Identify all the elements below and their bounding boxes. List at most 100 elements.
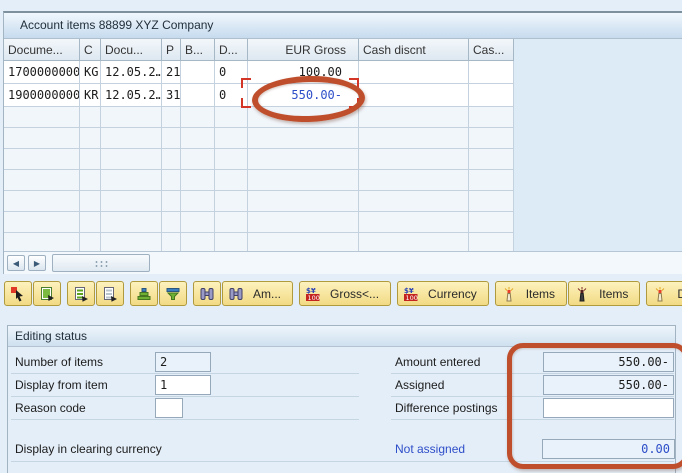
table-cell[interactable] <box>359 84 469 107</box>
table-cell <box>4 170 80 191</box>
table-cell <box>248 149 359 170</box>
select-cursor-icon <box>10 286 26 302</box>
column-header-2[interactable]: Docu... <box>101 39 162 61</box>
field-row: Difference postings <box>391 397 674 420</box>
table-cell <box>359 149 469 170</box>
table-cell <box>215 191 248 212</box>
table-cell <box>248 191 359 212</box>
table-cell <box>181 212 215 233</box>
table-cell <box>215 107 248 128</box>
table-cell[interactable]: 0 <box>215 61 248 84</box>
panel-title: Account items 88899 XYZ Company <box>4 13 682 39</box>
select-all-button[interactable] <box>67 281 95 306</box>
scroll-left-button[interactable]: ◀ <box>7 255 25 271</box>
table-cell[interactable] <box>469 84 514 107</box>
editing-status-left-column: Number of items2Display from item1Reason… <box>11 351 359 420</box>
column-header-8[interactable]: Cas... <box>469 39 514 61</box>
deactivate-items-button[interactable]: Items <box>568 281 640 306</box>
table-cell[interactable]: 550.00- <box>248 84 359 107</box>
activate-items-button[interactable]: Items <box>495 281 567 306</box>
table-cell[interactable]: 12.05.2… <box>101 84 162 107</box>
table-cell <box>469 212 514 233</box>
reason-code-label: Reason code <box>11 401 155 415</box>
not-assigned-field: 0.00 <box>542 439 675 459</box>
table-row: 1900000000KR12.05.2…31 0550.00- <box>4 84 682 107</box>
svg-text:100: 100 <box>406 293 418 301</box>
column-header-3[interactable]: P <box>162 39 181 61</box>
table-cell <box>80 128 101 149</box>
scroll-thumb[interactable] <box>52 254 150 272</box>
table-cell[interactable] <box>359 61 469 84</box>
table-cell[interactable]: KG <box>80 61 101 84</box>
activate-discount-button[interactable]: Disc. <box>646 281 682 306</box>
column-header-0[interactable]: Docume... <box>4 39 80 61</box>
right-arrow-icon: ▶ <box>34 259 40 268</box>
table-cell <box>101 191 162 212</box>
table-cell <box>80 149 101 170</box>
torch-dark-icon <box>574 286 590 302</box>
table-cell[interactable] <box>469 61 514 84</box>
table-cell <box>4 128 80 149</box>
table-cell <box>101 107 162 128</box>
select-block-button[interactable] <box>33 281 61 306</box>
table-cell <box>80 191 101 212</box>
table-cell <box>4 191 80 212</box>
deselect-all-button[interactable] <box>96 281 124 306</box>
table-cell <box>4 107 80 128</box>
table-cell <box>4 212 80 233</box>
table-cell[interactable]: 1900000000 <box>4 84 80 107</box>
table-cell[interactable]: 0 <box>215 84 248 107</box>
button-label: Am... <box>253 287 281 301</box>
table-cell <box>101 212 162 233</box>
table-cell[interactable]: 21 <box>162 61 181 84</box>
field-row: Amount entered550.00- <box>391 351 674 374</box>
sort-ascending-icon <box>136 286 152 302</box>
table-cell <box>162 128 181 149</box>
table-cell[interactable]: 31 <box>162 84 181 107</box>
table-cell[interactable] <box>181 84 215 107</box>
table-cell[interactable]: 12.05.2… <box>101 61 162 84</box>
choose-button[interactable] <box>4 281 32 306</box>
table-row <box>4 128 682 149</box>
column-header-5[interactable]: D... <box>215 39 248 61</box>
table-cell <box>248 170 359 191</box>
number-of-items-field: 2 <box>155 352 211 372</box>
reason-code-field[interactable] <box>155 398 183 418</box>
table-row <box>4 170 682 191</box>
table-cell <box>162 191 181 212</box>
scroll-right-button[interactable]: ▶ <box>28 255 46 271</box>
items-table-header: Docume...CDocu...PB...D...EUR GrossCash … <box>4 39 682 61</box>
table-cell <box>101 170 162 191</box>
amount-entered-label: Amount entered <box>391 355 543 369</box>
column-header-1[interactable]: C <box>80 39 101 61</box>
field-row: Display from item1 <box>11 374 359 397</box>
table-cell <box>215 128 248 149</box>
table-cell[interactable]: KR <box>80 84 101 107</box>
editing-status-right-column: Amount entered550.00-Assigned550.00-Diff… <box>391 351 674 420</box>
assigned-label: Assigned <box>391 378 543 392</box>
table-cell[interactable]: 1700000000 <box>4 61 80 84</box>
gross-button[interactable]: $¥100Gross<... <box>299 281 391 306</box>
table-cell[interactable] <box>181 61 215 84</box>
difference-postings-field[interactable] <box>543 398 674 418</box>
editing-status-panel: Editing status Number of items2Display f… <box>7 325 676 473</box>
column-header-4[interactable]: B... <box>181 39 215 61</box>
currency-button[interactable]: $¥100Currency <box>397 281 489 306</box>
display-from-item-label: Display from item <box>11 378 155 392</box>
column-header-6[interactable]: EUR Gross <box>248 39 359 61</box>
sort-descending-button[interactable] <box>159 281 187 306</box>
find-button[interactable] <box>193 281 221 306</box>
button-label: Disc. <box>677 287 682 301</box>
table-cell <box>181 170 215 191</box>
field-row: Reason code <box>11 397 359 420</box>
table-cell[interactable]: 100.00 <box>248 61 359 84</box>
svg-text:100: 100 <box>308 293 320 301</box>
column-header-7[interactable]: Cash discnt <box>359 39 469 61</box>
table-cell <box>181 128 215 149</box>
currency-icon: $¥100 <box>403 286 419 302</box>
table-cell <box>469 149 514 170</box>
display-from-item-field[interactable]: 1 <box>155 375 211 395</box>
sort-ascending-button[interactable] <box>130 281 158 306</box>
find-amount-button[interactable]: Am... <box>222 281 293 306</box>
left-arrow-icon: ◀ <box>13 259 19 268</box>
